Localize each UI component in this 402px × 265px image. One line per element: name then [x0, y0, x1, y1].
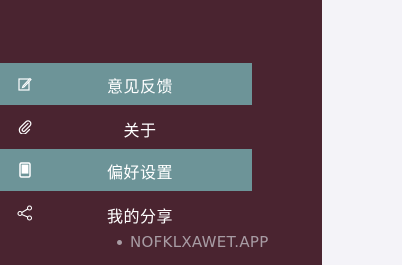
menu-item-my-shares-label: 我的分享 [106, 207, 173, 226]
menu-item-about-label: 关于 [123, 121, 157, 140]
menu-item-preferences[interactable]: 偏好设置 [0, 149, 252, 191]
menu-item-feedback[interactable]: 意见反馈 [0, 63, 252, 105]
content-pane[interactable] [322, 0, 402, 265]
watermark-text: NOFKLXAWET.APP [130, 233, 269, 251]
watermark: NOFKLXAWET.APP [117, 233, 269, 251]
menu-item-preferences-label: 偏好设置 [106, 163, 173, 182]
bullet-dot [117, 240, 122, 245]
menu-item-feedback-label: 意见反馈 [106, 77, 173, 96]
menu-item-about[interactable]: 关于 [0, 106, 252, 148]
menu-item-my-shares[interactable]: 我的分享 [0, 192, 252, 234]
navigation-drawer: 意见反馈 关于 偏好设置 我的分享 NOFKLXAWET.APP [0, 0, 322, 265]
